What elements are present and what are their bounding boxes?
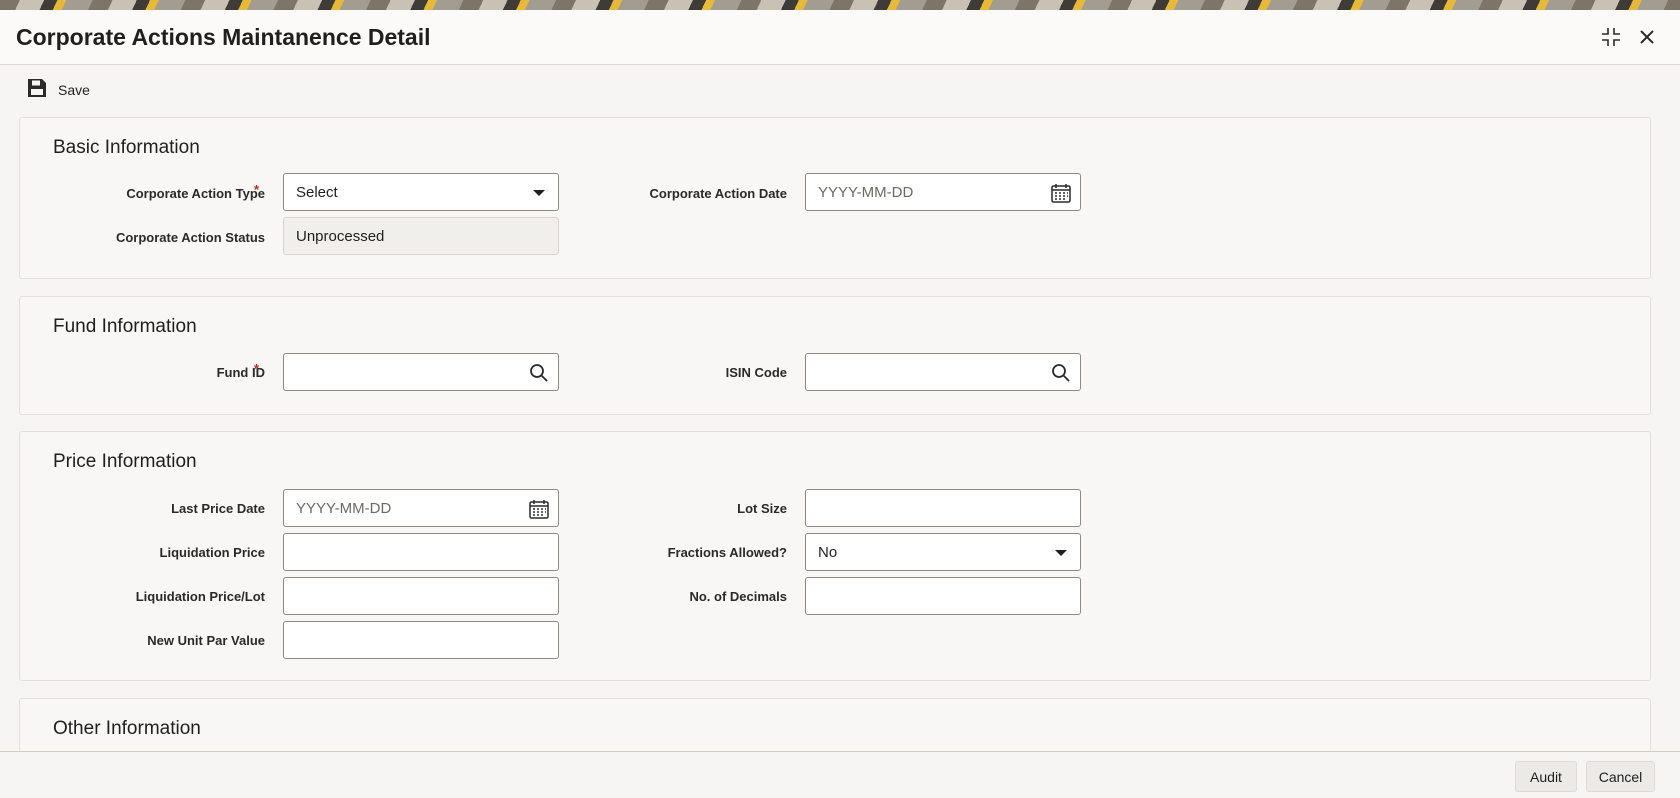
basic-information-panel: Basic Information Corporate Action Type … — [19, 117, 1651, 279]
lot-size-input[interactable] — [805, 489, 1081, 527]
no-of-decimals-label: No. of Decimals — [689, 589, 787, 604]
no-of-decimals-input[interactable] — [805, 577, 1081, 615]
corporate-action-status-label: Corporate Action Status — [115, 230, 265, 245]
fund-information-panel: Fund Information Fund ID * ISIN Code — [19, 296, 1651, 415]
audit-button[interactable]: Audit — [1515, 761, 1577, 792]
liquidation-price-input[interactable] — [283, 533, 559, 571]
fund-id-input[interactable] — [283, 353, 559, 391]
page-title: Corporate Actions Maintanence Detail — [16, 24, 431, 50]
search-icon[interactable] — [1050, 362, 1072, 384]
decorative-banner — [0, 0, 1680, 10]
other-information-heading: Other Information — [53, 718, 201, 739]
price-information-panel: Price Information Last Price Date YYYY-M… — [19, 431, 1651, 681]
liquidation-price-label: Liquidation Price — [159, 545, 265, 560]
fund-information-heading: Fund Information — [53, 316, 197, 337]
window-header: Corporate Actions Maintanence Detail — [0, 10, 1680, 65]
chevron-down-icon — [1050, 542, 1072, 564]
basic-information-heading: Basic Information — [53, 137, 200, 158]
corporate-action-type-select[interactable]: Select — [283, 173, 559, 211]
search-icon[interactable] — [528, 362, 550, 384]
close-icon[interactable] — [1634, 24, 1660, 50]
corporate-action-date-label: Corporate Action Date — [649, 186, 787, 201]
save-button[interactable]: Save — [26, 77, 90, 103]
last-price-date-input[interactable]: YYYY-MM-DD — [283, 489, 559, 527]
calendar-icon[interactable] — [528, 498, 550, 520]
last-price-date-label: Last Price Date — [171, 501, 265, 516]
price-information-heading: Price Information — [53, 451, 197, 472]
corporate-action-type-label: Corporate Action Type — [126, 186, 265, 201]
toolbar: Save — [0, 66, 1680, 114]
isin-code-input[interactable] — [805, 353, 1081, 391]
footer-bar: Audit Cancel — [0, 751, 1680, 798]
fractions-allowed-label: Fractions Allowed? — [667, 545, 787, 560]
cancel-button[interactable]: Cancel — [1586, 761, 1655, 792]
required-marker: * — [254, 361, 260, 376]
other-information-panel: Other Information — [19, 698, 1651, 758]
corporate-action-status-field: Unprocessed — [283, 217, 559, 255]
new-unit-par-value-input[interactable] — [283, 621, 559, 659]
chevron-down-icon — [528, 182, 550, 204]
liquidation-price-lot-label: Liquidation Price/Lot — [135, 589, 265, 604]
fractions-allowed-select[interactable]: No — [805, 533, 1081, 571]
corporate-action-date-input[interactable]: YYYY-MM-DD — [805, 173, 1081, 211]
required-marker: * — [254, 182, 260, 197]
liquidation-price-lot-input[interactable] — [283, 577, 559, 615]
isin-code-label: ISIN Code — [725, 365, 787, 380]
collapse-icon[interactable] — [1598, 24, 1624, 50]
save-label: Save — [58, 82, 90, 98]
new-unit-par-value-label: New Unit Par Value — [147, 633, 265, 648]
calendar-icon[interactable] — [1050, 182, 1072, 204]
save-icon — [26, 77, 48, 104]
lot-size-label: Lot Size — [737, 501, 787, 516]
